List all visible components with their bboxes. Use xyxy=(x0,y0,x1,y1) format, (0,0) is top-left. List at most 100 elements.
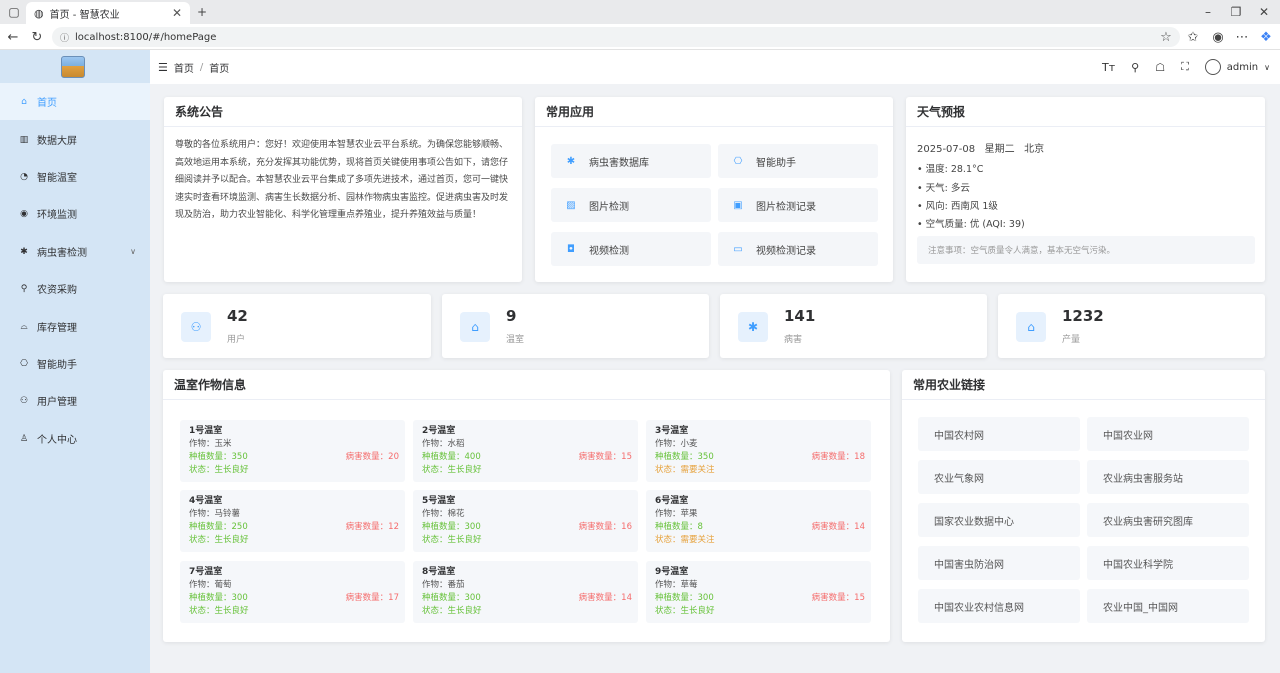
greenhouse-item[interactable]: 3号温室 作物：小麦 种植数量：350 病害数量：18 状态：需要关注 xyxy=(646,420,871,482)
sidebar-item-pest-detection[interactable]: ✱ 病虫害检测 ∨ xyxy=(0,233,150,270)
greenhouse-name: 2号温室 xyxy=(422,426,456,436)
sidebar-item-home[interactable]: ⌂ 首页 xyxy=(0,83,150,120)
camera-icon: ◘ xyxy=(567,243,575,255)
more-icon[interactable]: ⋯ xyxy=(1234,29,1250,45)
links-title: 常用农业链接 xyxy=(902,370,1265,400)
profile-icon[interactable]: ◉ xyxy=(1210,29,1226,45)
sidebar-item-users[interactable]: ⚇ 用户管理 xyxy=(0,382,150,419)
video-icon: ▭ xyxy=(733,243,743,255)
greenhouse-title: 温室作物信息 xyxy=(163,370,890,400)
users-icon: ⚇ xyxy=(181,312,211,342)
sidebar-item-inventory[interactable]: ⌓ 库存管理 xyxy=(0,308,150,345)
minimize-icon[interactable]: – xyxy=(1200,4,1216,20)
greenhouse-name: 3号温室 xyxy=(655,426,689,436)
greenhouse-name: 7号温室 xyxy=(189,567,223,577)
app-label: 病虫害数据库 xyxy=(589,157,649,169)
cart-icon: ⚲ xyxy=(20,283,28,294)
browser-tab[interactable]: ◍ 首页 - 智慧农业 ✕ xyxy=(26,2,190,24)
menu-toggle-icon[interactable]: ☰ xyxy=(158,61,168,74)
greenhouse-crop: 作物：水稻 xyxy=(422,439,465,449)
theme-icon[interactable]: ☖ xyxy=(1155,61,1165,74)
link-item[interactable]: 中国害虫防治网 xyxy=(918,546,1080,580)
sidebar-item-profile[interactable]: ♙ 个人中心 xyxy=(0,420,150,457)
links-card: 常用农业链接 中国农村网 中国农业网 农业气象网 农业病虫害服务站 国家农业数据… xyxy=(902,370,1265,642)
greenhouse-item[interactable]: 5号温室 作物：棉花 种植数量：300 病害数量：16 状态：生长良好 xyxy=(413,490,638,552)
greenhouse-pest-count: 病害数量：14 xyxy=(811,522,865,532)
greenhouse-item[interactable]: 8号温室 作物：番茄 种植数量：300 病害数量：14 状态：生长良好 xyxy=(413,561,638,623)
tab-title: 首页 - 智慧农业 xyxy=(49,9,120,21)
app-pest-database-button[interactable]: ✱ 病虫害数据库 xyxy=(551,144,711,178)
stat-value: 42 xyxy=(227,307,248,325)
link-item[interactable]: 农业病虫害研究图库 xyxy=(1087,503,1249,537)
sidebar-item-label: 数据大屏 xyxy=(37,136,77,147)
greenhouse-item[interactable]: 6号温室 作物：苹果 种植数量：8 病害数量：14 状态：需要关注 xyxy=(646,490,871,552)
greenhouse-status: 状态：生长良好 xyxy=(189,535,249,545)
stat-label: 温室 xyxy=(506,335,525,345)
url-field[interactable]: ⓘ localhost:8100/#/homePage xyxy=(52,27,1180,47)
address-bar: ← ↻ ⓘ localhost:8100/#/homePage ☆ ✩ ◉ ⋯ … xyxy=(0,24,1280,50)
window-menu-icon[interactable]: ▢ xyxy=(6,4,22,20)
link-item[interactable]: 农业病虫害服务站 xyxy=(1087,460,1249,494)
picture-icon: ▣ xyxy=(733,199,743,211)
greenhouse-item[interactable]: 4号温室 作物：马铃薯 种植数量：250 病害数量：12 状态：生长良好 xyxy=(180,490,405,552)
sidebar-item-purchase[interactable]: ⚲ 农资采购 xyxy=(0,270,150,307)
link-item[interactable]: 中国农业科学院 xyxy=(1087,546,1249,580)
robot-icon: ⎔ xyxy=(733,155,743,167)
close-window-icon[interactable]: ✕ xyxy=(1256,4,1272,20)
greenhouse-pest-count: 病害数量：16 xyxy=(578,522,632,532)
sidebar-item-greenhouse[interactable]: ◔ 智能温室 xyxy=(0,158,150,195)
app-video-detect-button[interactable]: ◘ 视频检测 xyxy=(551,232,711,266)
sidebar-item-environment[interactable]: ◉ 环境监测 xyxy=(0,195,150,232)
sidebar-item-label: 首页 xyxy=(37,98,57,109)
sidebar-item-label: 个人中心 xyxy=(37,435,77,446)
sidebar-item-label: 库存管理 xyxy=(37,323,77,334)
greenhouse-crop: 作物：棉花 xyxy=(422,509,465,519)
link-item[interactable]: 中国农村网 xyxy=(918,417,1080,451)
font-size-icon[interactable]: Tт xyxy=(1102,61,1115,74)
notice-text: 尊敬的各位系统用户：您好！欢迎使用本智慧农业云平台系统。为确保您能够顺畅、高效地… xyxy=(175,140,509,220)
greenhouse-item[interactable]: 1号温室 作物：玉米 种植数量：350 病害数量：20 状态：生长良好 xyxy=(180,420,405,482)
restore-icon[interactable]: ❐ xyxy=(1228,4,1244,20)
stat-value: 141 xyxy=(784,307,816,325)
greenhouse-pest-count: 病害数量：15 xyxy=(811,593,865,603)
link-item[interactable]: 农业气象网 xyxy=(918,460,1080,494)
breadcrumb-item[interactable]: 首页 xyxy=(174,60,194,75)
app-image-record-button[interactable]: ▣ 图片检测记录 xyxy=(718,188,878,222)
weather-date: 2025-07-08 星期二 北京 xyxy=(917,144,1045,155)
sidebar-item-label: 用户管理 xyxy=(37,397,77,408)
favorites-icon[interactable]: ✩ xyxy=(1185,29,1201,45)
search-icon[interactable]: ⚲ xyxy=(1131,61,1139,74)
app-video-record-button[interactable]: ▭ 视频检测记录 xyxy=(718,232,878,266)
link-item[interactable]: 中国农业网 xyxy=(1087,417,1249,451)
link-item[interactable]: 中国农业农村信息网 xyxy=(918,589,1080,623)
back-icon[interactable]: ← xyxy=(5,29,21,45)
image-icon: ▨ xyxy=(566,199,576,211)
favorite-icon[interactable]: ☆ xyxy=(1158,29,1174,45)
bug-icon: ✱ xyxy=(738,312,768,342)
close-tab-icon[interactable]: ✕ xyxy=(172,6,182,20)
link-item[interactable]: 国家农业数据中心 xyxy=(918,503,1080,537)
greenhouse-name: 1号温室 xyxy=(189,426,223,436)
greenhouse-pest-count: 病害数量：14 xyxy=(578,593,632,603)
sidebar-item-data-screen[interactable]: ▥ 数据大屏 xyxy=(0,121,150,158)
sidebar-item-label: 智能助手 xyxy=(37,360,77,371)
app-image-detect-button[interactable]: ▨ 图片检测 xyxy=(551,188,711,222)
bug-icon: ✱ xyxy=(566,155,576,167)
link-item[interactable]: 农业中国_中国网 xyxy=(1087,589,1249,623)
avatar xyxy=(1204,59,1221,75)
user-icon: ♙ xyxy=(19,433,29,444)
greenhouse-item[interactable]: 2号温室 作物：水稻 种植数量：400 病害数量：15 状态：生长良好 xyxy=(413,420,638,482)
fullscreen-icon[interactable]: ⛶ xyxy=(1181,60,1189,74)
new-tab-icon[interactable]: + xyxy=(194,4,210,20)
sidebar: ⌂ 首页 ▥ 数据大屏 ◔ 智能温室 ◉ 环境监测 ✱ 病虫害检测 ∨ ⚲ 农资… xyxy=(0,50,150,673)
refresh-icon[interactable]: ↻ xyxy=(29,29,45,45)
greenhouse-item[interactable]: 9号温室 作物：草莓 种植数量：300 病害数量：15 状态：生长良好 xyxy=(646,561,871,623)
stat-label: 用户 xyxy=(227,335,246,345)
notice-card: 系统公告 尊敬的各位系统用户：您好！欢迎使用本智慧农业云平台系统。为确保您能够顺… xyxy=(164,97,522,282)
app-assistant-button[interactable]: ⎔ 智能助手 xyxy=(718,144,878,178)
sidebar-item-assistant[interactable]: ⎔ 智能助手 xyxy=(0,345,150,382)
app-logo[interactable] xyxy=(61,56,85,78)
copilot-icon[interactable]: ❖ xyxy=(1258,29,1274,45)
greenhouse-item[interactable]: 7号温室 作物：葡萄 种植数量：300 病害数量：17 状态：生长良好 xyxy=(180,561,405,623)
user-menu[interactable]: admin ∨ xyxy=(1204,59,1270,75)
